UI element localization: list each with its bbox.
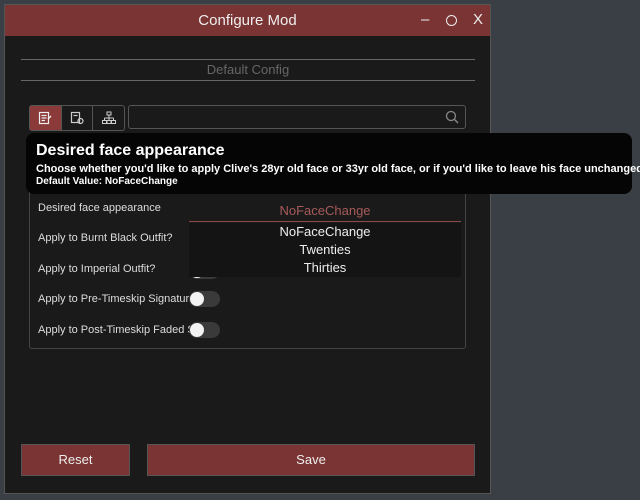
config-list-button[interactable] <box>30 106 62 130</box>
dropdown-option-twenties[interactable]: Twenties <box>189 241 461 259</box>
gamepad-icon <box>70 111 84 125</box>
maximize-button[interactable] <box>446 15 457 26</box>
dropdown-option-nofacechange[interactable]: NoFaceChange <box>189 223 461 241</box>
config-label: Default Config <box>206 62 290 77</box>
face-dropdown-menu: NoFaceChange Twenties Thirties <box>189 223 461 277</box>
setting-label-imperial: Apply to Imperial Outfit? <box>38 263 156 275</box>
search-input[interactable] <box>135 108 439 128</box>
minimize-button[interactable]: – <box>421 11 429 28</box>
configure-mod-window: Configure Mod – X Default Config Desired… <box>4 4 491 494</box>
title-bar[interactable]: Configure Mod – X <box>5 5 490 36</box>
tooltip-description: Choose whether you'd like to apply Clive… <box>36 163 640 175</box>
close-button[interactable]: X <box>473 11 483 28</box>
search-icon[interactable] <box>445 110 459 124</box>
search-box <box>128 105 466 129</box>
hierarchy-icon <box>101 111 116 124</box>
hierarchy-button[interactable] <box>93 106 124 130</box>
tooltip-default-value: Default Value: NoFaceChange <box>36 176 178 187</box>
toggle-post-timeskip[interactable] <box>189 322 220 338</box>
dropdown-option-thirties[interactable]: Thirties <box>189 259 461 277</box>
config-selector[interactable]: Default Config <box>21 59 475 81</box>
setting-label-face: Desired face appearance <box>38 202 161 214</box>
save-button[interactable]: Save <box>147 444 475 476</box>
toggle-pre-timeskip[interactable] <box>189 291 220 307</box>
tooltip-title: Desired face appearance <box>36 142 225 159</box>
view-toolbar <box>29 105 125 131</box>
window-title: Configure Mod <box>198 12 297 29</box>
setting-tooltip: Desired face appearance Choose whether y… <box>26 133 640 194</box>
face-select[interactable]: NoFaceChange <box>189 201 461 222</box>
config-list-icon <box>39 111 52 125</box>
setting-label-post-timeskip: Apply to Post-Timeskip Faded S... <box>38 324 204 336</box>
reset-button[interactable]: Reset <box>21 444 130 476</box>
gamepad-button[interactable] <box>62 106 94 130</box>
setting-label-pre-timeskip: Apply to Pre-Timeskip Signatur... <box>38 293 198 305</box>
setting-label-burnt-black: Apply to Burnt Black Outfit? <box>38 232 173 244</box>
